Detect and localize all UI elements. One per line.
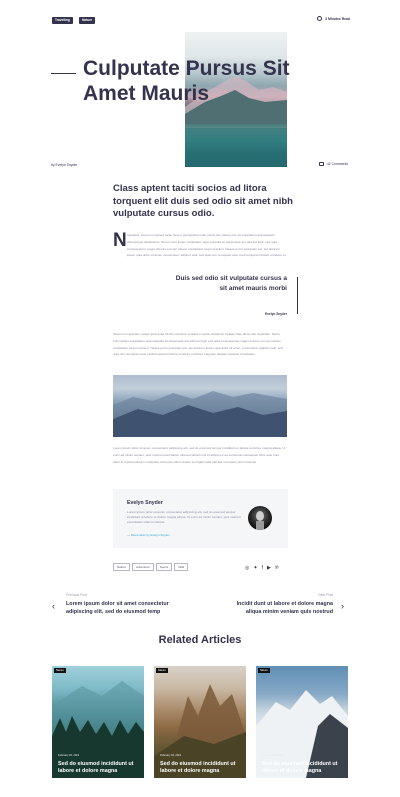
card-category[interactable]: Nature	[258, 668, 270, 673]
chevron-left-icon[interactable]: ‹	[52, 601, 55, 611]
card-title[interactable]: Sed do eiusmod incididunt ut labore et d…	[58, 761, 142, 775]
pull-quote: Duis sed odio sit vulputate cursus a sit…	[175, 275, 287, 292]
chevron-right-icon[interactable]: ›	[341, 601, 344, 611]
facebook-icon[interactable]: f	[262, 565, 263, 571]
author-bio: Evelyn Snyder Lorem ipsum dolor sit amet…	[113, 489, 288, 548]
card-title[interactable]: Sed do eiusmod incididunt ut labore et d…	[160, 761, 244, 775]
body-paragraph-3: Lorem ipsum dolor sit amet, consectetur …	[113, 446, 286, 464]
next-post-label: Next Post	[318, 593, 333, 597]
dropcap: N	[113, 230, 127, 251]
avatar	[248, 506, 272, 530]
tag-chip[interactable]: Nature	[113, 563, 131, 571]
prev-post-link[interactable]: Lorem ipsum dolor sit amet consectetur a…	[66, 600, 176, 616]
tag-nature[interactable]: Nature	[79, 17, 96, 24]
next-post-link[interactable]: Incidit dunt ut labore et dolore magna a…	[227, 600, 333, 616]
mountain-range-illustration	[113, 391, 287, 437]
comments-label: 42 Comments	[326, 162, 348, 166]
post-author[interactable]: by Evelyn Snyder	[51, 163, 77, 167]
quote-rule	[297, 277, 298, 314]
twitter-icon[interactable]: ✦	[253, 565, 257, 571]
card-date: February 04, 2021	[160, 754, 182, 757]
pinterest-icon[interactable]: ℗	[275, 565, 279, 571]
body-paragraph-1: hendrerit, lorem non aptent taciti. Sed …	[127, 233, 286, 258]
card-title[interactable]: Sed do eiusmod incididunt ut labore et d…	[262, 761, 346, 775]
comments-count[interactable]: 42 Comments	[318, 162, 348, 166]
prev-post-label: Previous Post	[66, 593, 87, 597]
tag-chip[interactable]: Wild	[174, 563, 189, 571]
tag-chip[interactable]: Adventure	[132, 563, 154, 571]
tag-travelling[interactable]: Travelling	[52, 17, 73, 24]
related-card[interactable]: Nature February 04, 2021 Sed do eiusmod …	[52, 666, 144, 778]
lead-paragraph: Class aptent taciti socios ad litora tor…	[113, 183, 293, 219]
card-category[interactable]: Nature	[54, 668, 66, 673]
bio-text: Lorem ipsum dolor sit amet, consectetur …	[127, 510, 241, 524]
tag-chip[interactable]: Sports	[155, 563, 173, 571]
comment-icon	[318, 162, 324, 166]
related-card[interactable]: Nature February 04, 2021 Sed do eiusmod …	[154, 666, 246, 778]
quote-author: Evelyn Snyder	[265, 312, 287, 316]
article-image	[113, 375, 287, 437]
bio-name: Evelyn Snyder	[127, 500, 163, 506]
card-date: February 04, 2021	[262, 754, 284, 757]
youtube-icon[interactable]: ▶	[267, 565, 271, 571]
title-rule	[51, 73, 76, 74]
tag-list: Nature Adventure Sports Wild	[113, 563, 189, 571]
related-heading: Related Articles	[158, 634, 242, 646]
card-category[interactable]: Nature	[156, 668, 168, 673]
read-time-label: 3 Minutes Read	[325, 16, 350, 21]
page-title: Culputate Pursus Sit Amet Mauris	[83, 57, 290, 105]
clock-icon	[317, 16, 323, 21]
card-date: February 04, 2021	[58, 754, 80, 757]
social-share: ◎ ✦ f ▶ ℗	[245, 565, 279, 571]
related-card[interactable]: Nature February 04, 2021 Sed do eiusmod …	[256, 666, 348, 778]
read-time: 3 Minutes Read	[317, 16, 350, 21]
instagram-icon[interactable]: ◎	[245, 565, 249, 571]
body-paragraph-2: Totam rem aperiam, eaque ipsa quae ab il…	[113, 332, 283, 357]
bio-link[interactable]: — Remember by Evelyn Snyder	[127, 533, 170, 537]
